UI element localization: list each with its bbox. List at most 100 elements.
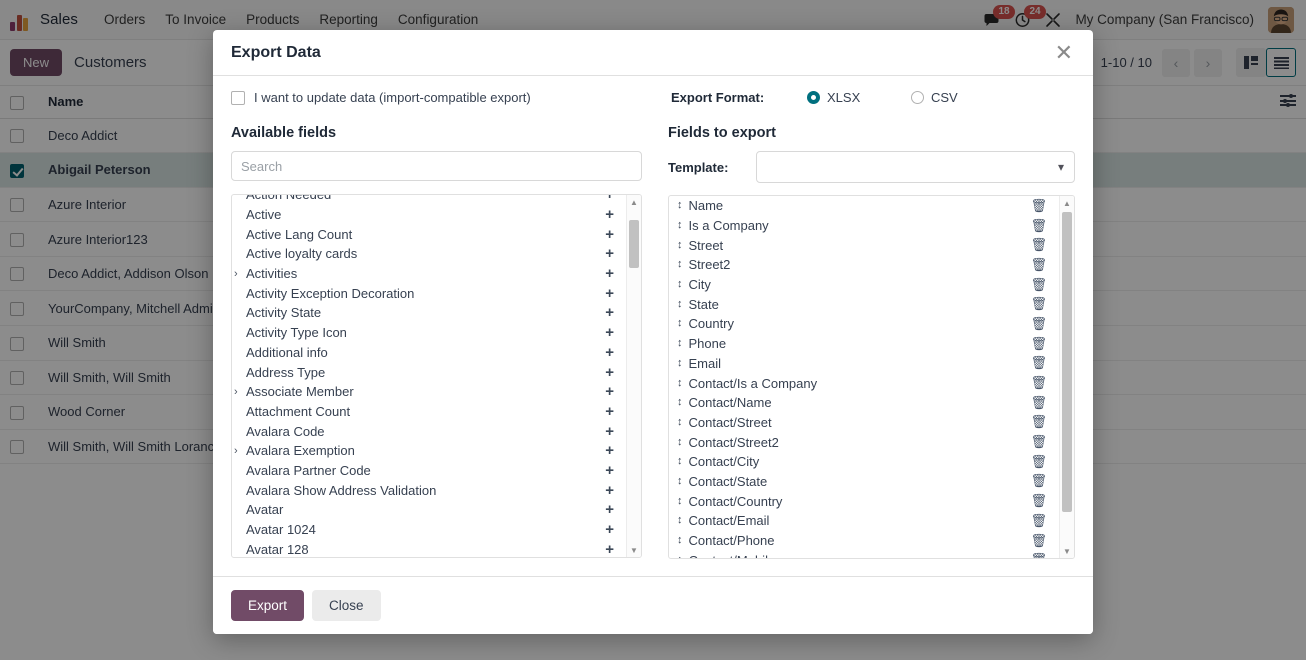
remove-field-icon[interactable]: 🗑 bbox=[1030, 513, 1051, 529]
add-field-icon[interactable]: + bbox=[605, 325, 618, 340]
remove-field-icon[interactable]: 🗑 bbox=[1030, 198, 1051, 214]
available-field-row[interactable]: Additional info + bbox=[232, 343, 626, 363]
add-field-icon[interactable]: + bbox=[605, 542, 618, 557]
available-field-row[interactable]: Address Type + bbox=[232, 362, 626, 382]
drag-handle-icon[interactable]: ↕ bbox=[677, 515, 689, 526]
export-field-row[interactable]: ↕ Street 🗑 bbox=[669, 235, 1059, 255]
scroll-down-icon[interactable]: ▼ bbox=[1060, 544, 1074, 558]
export-field-row[interactable]: ↕ Phone 🗑 bbox=[669, 334, 1059, 354]
drag-handle-icon[interactable]: ↕ bbox=[677, 239, 689, 251]
scroll-up-icon[interactable]: ▲ bbox=[627, 195, 641, 209]
available-field-row[interactable]: Active Lang Count + bbox=[232, 224, 626, 244]
add-field-icon[interactable]: + bbox=[605, 195, 618, 202]
export-field-row[interactable]: ↕ Contact/Is a Company 🗑 bbox=[669, 373, 1059, 393]
template-select[interactable]: ▾ bbox=[755, 151, 1075, 183]
remove-field-icon[interactable]: 🗑 bbox=[1030, 414, 1051, 430]
add-field-icon[interactable]: + bbox=[605, 365, 618, 380]
available-field-row[interactable]: Active loyalty cards + bbox=[232, 244, 626, 264]
add-field-icon[interactable]: + bbox=[605, 286, 618, 301]
export-field-row[interactable]: ↕Contact/Mobile🗑 bbox=[669, 550, 1059, 558]
add-field-icon[interactable]: + bbox=[605, 443, 618, 458]
remove-field-icon[interactable]: 🗑 bbox=[1030, 375, 1051, 391]
available-field-row[interactable]: › Avalara Exemption + bbox=[232, 441, 626, 461]
drag-handle-icon[interactable]: ↕ bbox=[677, 279, 689, 290]
chevron-right-icon[interactable]: › bbox=[234, 268, 246, 280]
drag-handle-icon[interactable]: ↕ bbox=[677, 259, 689, 270]
add-field-icon[interactable]: + bbox=[605, 463, 618, 478]
export-fields-scrollbar[interactable]: ▲ ▼ bbox=[1059, 196, 1074, 558]
add-field-icon[interactable]: + bbox=[605, 483, 618, 498]
remove-field-icon[interactable]: 🗑 bbox=[1030, 473, 1051, 489]
available-field-row[interactable]: Avalara Show Address Validation + bbox=[232, 480, 626, 500]
add-field-icon[interactable]: + bbox=[605, 424, 618, 439]
drag-handle-icon[interactable]: ↕ bbox=[677, 436, 689, 448]
export-field-row[interactable]: ↕ Contact/Name 🗑 bbox=[669, 393, 1059, 413]
export-field-row[interactable]: ↕ Is a Company 🗑 bbox=[669, 216, 1059, 236]
add-field-icon[interactable]: + bbox=[605, 227, 618, 242]
close-icon[interactable]: ✕ bbox=[1053, 41, 1075, 64]
available-field-row[interactable]: Active + bbox=[232, 205, 626, 225]
remove-field-icon[interactable]: 🗑 bbox=[1030, 336, 1051, 352]
available-fields-scrollbar[interactable]: ▲ ▼ bbox=[625, 195, 641, 557]
export-field-row[interactable]: ↕ Contact/Phone 🗑 bbox=[669, 531, 1059, 551]
remove-field-icon[interactable]: 🗑 bbox=[1030, 316, 1051, 332]
export-button[interactable]: Export bbox=[231, 590, 305, 621]
drag-handle-icon[interactable]: ↕ bbox=[677, 377, 689, 389]
drag-handle-icon[interactable]: ↕ bbox=[677, 338, 689, 349]
scrollbar-thumb[interactable] bbox=[628, 220, 639, 268]
export-field-row[interactable]: ↕ Email 🗑 bbox=[669, 354, 1059, 374]
format-option-xlsx[interactable]: XLSX bbox=[807, 90, 911, 105]
cancel-button[interactable]: Close bbox=[312, 590, 381, 621]
drag-handle-icon[interactable]: ↕ bbox=[677, 554, 689, 558]
available-field-row[interactable]: Avatar 128 + bbox=[232, 539, 626, 557]
drag-handle-icon[interactable]: ↕ bbox=[677, 535, 689, 546]
update-data-checkbox[interactable] bbox=[231, 90, 245, 105]
add-field-icon[interactable]: + bbox=[605, 384, 618, 399]
add-field-icon[interactable]: + bbox=[605, 266, 618, 281]
add-field-icon[interactable]: + bbox=[605, 246, 618, 261]
remove-field-icon[interactable]: 🗑 bbox=[1030, 218, 1051, 234]
available-field-row[interactable]: Avalara Partner Code + bbox=[232, 461, 626, 481]
available-field-row[interactable]: Avatar + bbox=[232, 500, 626, 520]
add-field-icon[interactable]: + bbox=[605, 305, 618, 320]
add-field-icon[interactable]: + bbox=[605, 502, 618, 517]
add-field-icon[interactable]: + bbox=[605, 345, 618, 360]
drag-handle-icon[interactable]: ↕ bbox=[677, 456, 689, 467]
chevron-right-icon[interactable]: › bbox=[234, 445, 246, 457]
available-field-row[interactable]: › Associate Member + bbox=[232, 382, 626, 402]
remove-field-icon[interactable]: 🗑 bbox=[1030, 533, 1051, 549]
drag-handle-icon[interactable]: ↕ bbox=[677, 200, 689, 211]
scrollbar-thumb[interactable] bbox=[1062, 212, 1072, 512]
available-field-row[interactable]: Activity Exception Decoration + bbox=[232, 283, 626, 303]
add-field-icon[interactable]: + bbox=[605, 522, 618, 537]
drag-handle-icon[interactable]: ↕ bbox=[677, 495, 689, 507]
available-field-row[interactable]: Action Needed+ bbox=[232, 195, 626, 205]
remove-field-icon[interactable]: 🗑 bbox=[1030, 355, 1051, 371]
export-field-row[interactable]: ↕ Street2 🗑 bbox=[669, 255, 1059, 275]
remove-field-icon[interactable]: 🗑 bbox=[1030, 395, 1051, 411]
drag-handle-icon[interactable]: ↕ bbox=[677, 318, 689, 329]
remove-field-icon[interactable]: 🗑 bbox=[1030, 493, 1051, 509]
remove-field-icon[interactable]: 🗑 bbox=[1030, 237, 1051, 253]
remove-field-icon[interactable]: 🗑 bbox=[1030, 277, 1051, 293]
export-field-row[interactable]: ↕ Name 🗑 bbox=[669, 196, 1059, 216]
export-field-row[interactable]: ↕ Contact/City 🗑 bbox=[669, 452, 1059, 472]
available-field-row[interactable]: Activity Type Icon + bbox=[232, 323, 626, 343]
available-field-row[interactable]: Avatar 1024 + bbox=[232, 520, 626, 540]
drag-handle-icon[interactable]: ↕ bbox=[677, 475, 689, 487]
export-field-row[interactable]: ↕ Contact/Street 🗑 bbox=[669, 413, 1059, 433]
drag-handle-icon[interactable]: ↕ bbox=[677, 357, 689, 369]
export-field-row[interactable]: ↕ Contact/State 🗑 bbox=[669, 472, 1059, 492]
scroll-up-icon[interactable]: ▲ bbox=[1060, 196, 1074, 210]
chevron-right-icon[interactable]: › bbox=[234, 386, 246, 398]
remove-field-icon[interactable]: 🗑 bbox=[1030, 434, 1051, 450]
drag-handle-icon[interactable]: ↕ bbox=[677, 416, 689, 428]
export-field-row[interactable]: ↕ City 🗑 bbox=[669, 275, 1059, 295]
format-option-csv[interactable]: CSV bbox=[911, 90, 1015, 105]
search-input[interactable] bbox=[231, 151, 642, 181]
export-field-row[interactable]: ↕ Contact/Email 🗑 bbox=[669, 511, 1059, 531]
available-field-row[interactable]: Attachment Count + bbox=[232, 402, 626, 422]
export-field-row[interactable]: ↕ Contact/Street2 🗑 bbox=[669, 432, 1059, 452]
remove-field-icon[interactable]: 🗑 bbox=[1030, 454, 1051, 470]
radio-xlsx[interactable] bbox=[807, 91, 820, 104]
